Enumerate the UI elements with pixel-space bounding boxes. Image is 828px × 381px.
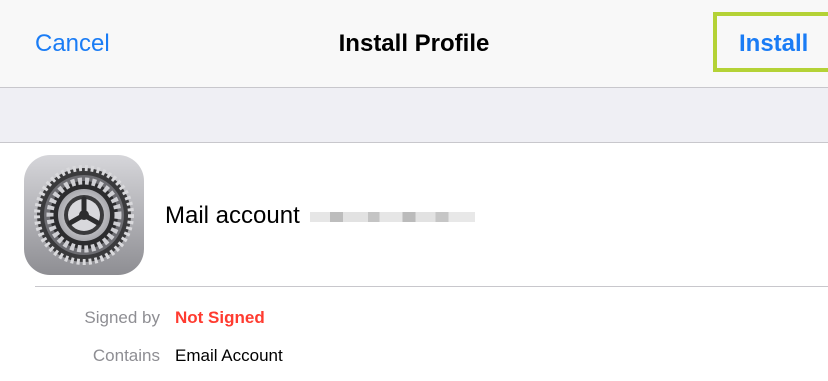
profile-header: Mail account bbox=[0, 143, 828, 286]
page-title: Install Profile bbox=[338, 30, 490, 57]
section-spacer bbox=[0, 88, 828, 143]
signed-by-label: Signed by bbox=[84, 308, 160, 327]
settings-gear-icon bbox=[24, 155, 144, 275]
redacted-email bbox=[309, 211, 475, 222]
contains-label: Contains bbox=[92, 346, 160, 365]
install-highlight-box: Install bbox=[713, 12, 828, 72]
profile-name-text: Mail account bbox=[165, 202, 300, 229]
navigation-bar: Cancel Install Profile Install bbox=[0, 0, 828, 88]
signed-by-row: Signed by Not Signed bbox=[0, 303, 828, 333]
profile-name: Mail account bbox=[165, 200, 475, 232]
contains-row: Contains Email Account bbox=[0, 341, 828, 371]
signed-by-value: Not Signed bbox=[175, 308, 265, 327]
install-button[interactable]: Install bbox=[739, 28, 808, 60]
divider bbox=[35, 286, 828, 287]
install-profile-screen: Cancel Install Profile Install Mail acco… bbox=[0, 0, 828, 381]
contains-value: Email Account bbox=[175, 346, 283, 365]
